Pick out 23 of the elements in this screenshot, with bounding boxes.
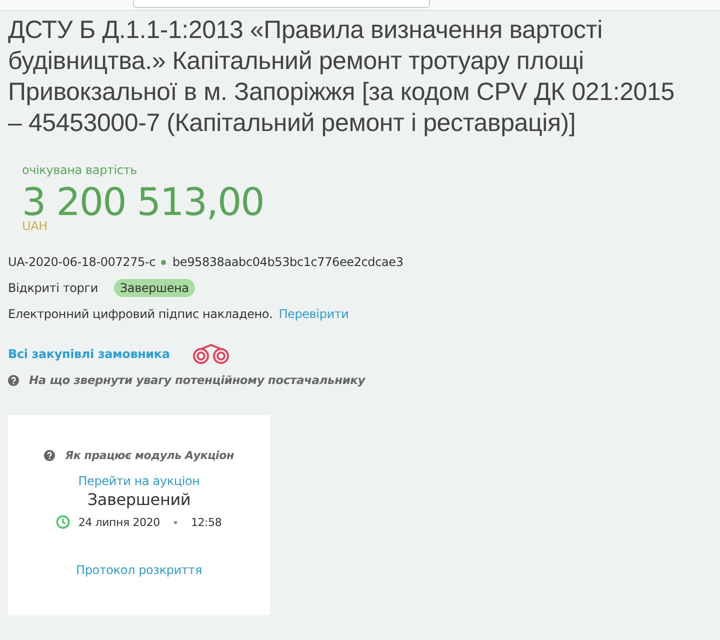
auction-time: 12:58 <box>190 516 222 528</box>
dot-icon <box>174 520 177 524</box>
auction-date: 24 липня 2020 <box>78 516 160 528</box>
supplier-hint[interactable]: На що звернути увагу потенційному постачальнику <box>29 373 366 387</box>
auction-help[interactable]: Як працює модуль Аукціон <box>65 449 234 462</box>
status-badge: Завершена <box>114 279 195 297</box>
binoculars-icon[interactable] <box>192 343 230 365</box>
value-label: очікувана вартість <box>22 163 138 177</box>
dot-icon <box>161 260 166 264</box>
procedure-type: Відкриті торги <box>8 281 98 295</box>
help-icon <box>44 450 56 461</box>
tender-hash: be95838aabc04b53bc1c776ee2cdcae3 <box>172 255 404 269</box>
all-purchases-link[interactable]: Всі закупівлі замовника <box>8 347 170 361</box>
verify-link[interactable]: Перевірити <box>278 307 349 321</box>
tender-title: ДСТУ Б Д.1.1-1:2013 «Правила визначення вартості будівництва.» Капітальний ремонт тротуару площі Привокзальної в м. Запоріжжя [за кодом CPV ДК 021:2015 – 45453000-7 (Капітальний ремонт і реставрація)] <box>8 15 676 139</box>
auction-state: Завершений <box>87 490 191 509</box>
help-icon <box>8 374 19 386</box>
clock-icon <box>56 515 70 529</box>
tender-id: UA-2020-06-18-007275-c <box>8 255 156 269</box>
protocol-link[interactable]: Протокол розкриття <box>76 563 202 577</box>
signature-text: Електронний цифровий підпис накладено. <box>8 307 273 321</box>
auction-link[interactable]: Перейти на аукціон <box>78 474 200 488</box>
currency: UAH <box>22 219 48 233</box>
